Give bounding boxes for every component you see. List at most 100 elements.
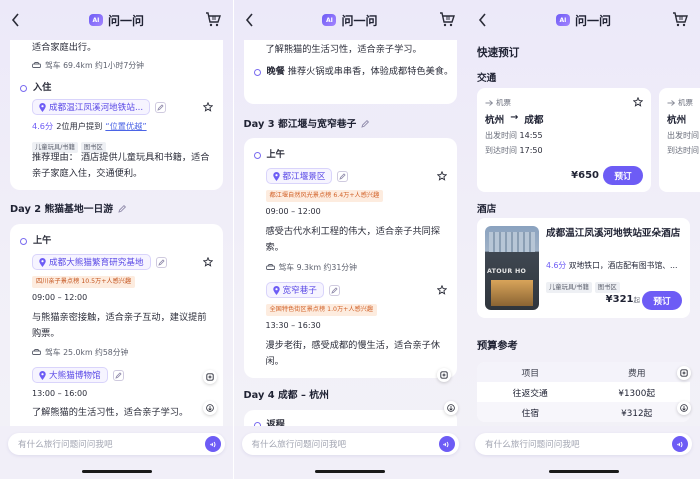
- shopping-cart-icon[interactable]: [672, 11, 688, 27]
- bottom-bar: 有什么旅行问题问问我吧: [233, 426, 467, 479]
- chat-input-placeholder: 有什么旅行问题问问我吧: [18, 440, 113, 450]
- timeline-dot-icon: [20, 84, 27, 92]
- favorite-star-icon[interactable]: [633, 97, 643, 107]
- add-to-trip-button[interactable]: [436, 368, 451, 382]
- stay-label: 入住: [33, 82, 52, 93]
- arrow-down-icon: [206, 404, 214, 412]
- favorite-star-icon[interactable]: [436, 171, 447, 181]
- arrow-down-icon: [446, 404, 455, 412]
- drive-text: 驾车 69.4km 约1小时7分钟: [45, 61, 144, 70]
- hotel-name: 成都温江凤溪河地铁站亚朵酒店: [546, 228, 681, 239]
- return-row: 返程: [253, 417, 285, 426]
- itinerary-scroll[interactable]: 适合家庭出行。 驾车 69.4km 约1小时7分钟 入住 成都温江凤溪河地铁站.…: [0, 40, 233, 426]
- back-arrow-icon[interactable]: [477, 12, 489, 28]
- kuanzhai-rank-tag: 全国特色街区景点榜 1.0万+人感兴趣: [265, 304, 378, 316]
- scroll-down-button[interactable]: [203, 401, 217, 415]
- hotel-book-button[interactable]: 预订: [642, 291, 682, 310]
- flight-type: 机票: [496, 98, 511, 107]
- chat-input-placeholder: 有什么旅行问题问问我吧: [251, 440, 347, 450]
- chat-input-placeholder: 有什么旅行问题问问我吧: [485, 440, 580, 450]
- museum-poi-chip[interactable]: 大熊猫博物馆: [32, 367, 108, 383]
- flight-card[interactable]: 机票 杭州 → 成都 出发时间 14:55 到达时间 17:50 ¥650 预订: [477, 88, 651, 192]
- edit-icon[interactable]: [337, 170, 349, 182]
- plane-icon: [667, 99, 675, 106]
- voice-button[interactable]: [672, 436, 688, 452]
- edit-icon[interactable]: [112, 369, 124, 381]
- edit-icon[interactable]: [155, 101, 167, 113]
- favorite-star-icon[interactable]: [436, 285, 447, 295]
- location-pin-icon: [39, 257, 46, 267]
- panda-poi-chip[interactable]: 成都大熊猫繁育研究基地: [32, 254, 151, 270]
- edit-pencil-icon[interactable]: [118, 204, 127, 213]
- home-indicator: [81, 470, 152, 473]
- day4-card: 返程: [243, 410, 457, 426]
- hotel-info-row: 4.6分 双地铁口，酒店配有图书馆、...: [546, 260, 682, 271]
- drive-text: 驾车 9.3km 约31分钟: [278, 263, 357, 272]
- back-arrow-icon[interactable]: [10, 12, 22, 28]
- hotel-card[interactable]: ATOUR HO 成都温江凤溪河地铁站亚朵酒店 4.6分 双地铁口，酒店配有图书…: [477, 218, 690, 318]
- chat-input[interactable]: 有什么旅行问题问问我吧: [241, 433, 459, 455]
- budget-label: 预算参考: [477, 341, 518, 352]
- shopping-cart-icon[interactable]: [439, 11, 455, 27]
- arrive-time: 17:50: [519, 146, 543, 155]
- dujiang-poi-chip[interactable]: 都江堰景区: [265, 168, 333, 184]
- top-bar: AI 问一问: [0, 0, 233, 40]
- timeline-dot-icon: [253, 69, 261, 76]
- voice-button[interactable]: [438, 436, 455, 452]
- hotel-poi-name: 成都温江凤溪河地铁站...: [49, 103, 144, 113]
- voice-button[interactable]: [205, 436, 221, 452]
- kuanzhai-desc: 漫步老街，感受成都的慢生活，适合亲子休闲。: [265, 340, 441, 367]
- chat-input[interactable]: 有什么旅行问题问问我吧: [8, 433, 225, 455]
- location-pin-icon: [272, 285, 280, 295]
- edit-icon[interactable]: [328, 284, 340, 296]
- back-arrow-icon[interactable]: [244, 12, 256, 28]
- budget-cost: ¥1300起: [618, 388, 656, 399]
- museum-poi-name: 大熊猫博物馆: [49, 371, 101, 381]
- location-pin-icon: [39, 102, 46, 112]
- add-to-trip-button[interactable]: [677, 366, 691, 380]
- hotel-label: 酒店: [477, 204, 497, 215]
- depart-label: 出发时间: [485, 131, 517, 140]
- hotel-price: ¥321: [605, 294, 634, 305]
- favorite-star-icon[interactable]: [203, 257, 213, 267]
- edit-icon[interactable]: [155, 256, 167, 268]
- scroll-down-button[interactable]: [677, 401, 691, 415]
- scroll-down-button[interactable]: [443, 401, 458, 415]
- brand: AI 问一问: [322, 12, 378, 29]
- timeline-dot-icon: [253, 151, 261, 159]
- hotel-building-facade: [489, 232, 535, 252]
- car-icon: [32, 62, 41, 68]
- budget-header-row: 项目 费用: [477, 362, 690, 382]
- hotel-sign-text: ATOUR HO: [487, 268, 527, 275]
- dinner-label: 晚餐: [266, 66, 285, 77]
- add-note-icon: [206, 373, 214, 381]
- arrive-label: 到达时间: [485, 146, 517, 155]
- chat-input[interactable]: 有什么旅行问题问问我吧: [475, 433, 692, 455]
- app-title: 问一问: [107, 13, 144, 28]
- kuanzhai-poi-name: 宽窄巷子: [282, 286, 317, 296]
- hotel-lobby-light: [491, 280, 533, 306]
- depart-row: 出发时间 14:55: [485, 130, 543, 141]
- plane-icon: [485, 99, 493, 106]
- itinerary-scroll[interactable]: 了解熊猫的生活习性，适合亲子学习。 晚餐 推荐火锅或串串香，体验成都特色美食。 …: [234, 40, 467, 426]
- add-to-trip-button[interactable]: [203, 370, 217, 384]
- favorite-star-icon[interactable]: [203, 102, 213, 112]
- flight-book-button[interactable]: 预订: [603, 166, 643, 185]
- hotel-rating: 4.6分: [32, 121, 54, 131]
- hotel-photo: ATOUR HO: [485, 226, 539, 310]
- hotel-rating: 4.6分: [546, 261, 567, 270]
- mention-link[interactable]: “位置优越”: [105, 120, 146, 132]
- kuanzhai-poi-chip[interactable]: 宽窄巷子: [265, 282, 324, 298]
- hotel-poi-chip[interactable]: 成都温江凤溪河地铁站...: [32, 99, 151, 115]
- flight-card-2[interactable]: 机票 杭州 出发时间 到达时间: [659, 88, 700, 192]
- drive-text: 驾车 25.0km 约58分钟: [45, 348, 129, 357]
- day2-title: Day 2 熊猫基地一日游: [10, 204, 114, 215]
- brand: AI 问一问: [555, 12, 611, 29]
- hotel-rating-row: 4.6分 2位用户提到 “位置优越”: [32, 120, 147, 132]
- shopping-cart-icon[interactable]: [205, 11, 221, 27]
- flight-route: 杭州 → 成都: [485, 112, 543, 126]
- day3-card: 上午 都江堰景区 都江堰自然风光景点榜 6.4万+人感兴趣 09:00 – 12…: [243, 138, 457, 382]
- morning-label: 上午: [33, 235, 52, 246]
- edit-pencil-icon[interactable]: [361, 119, 370, 128]
- day3-title: Day 3 都江堰与宽窄巷子: [243, 119, 357, 130]
